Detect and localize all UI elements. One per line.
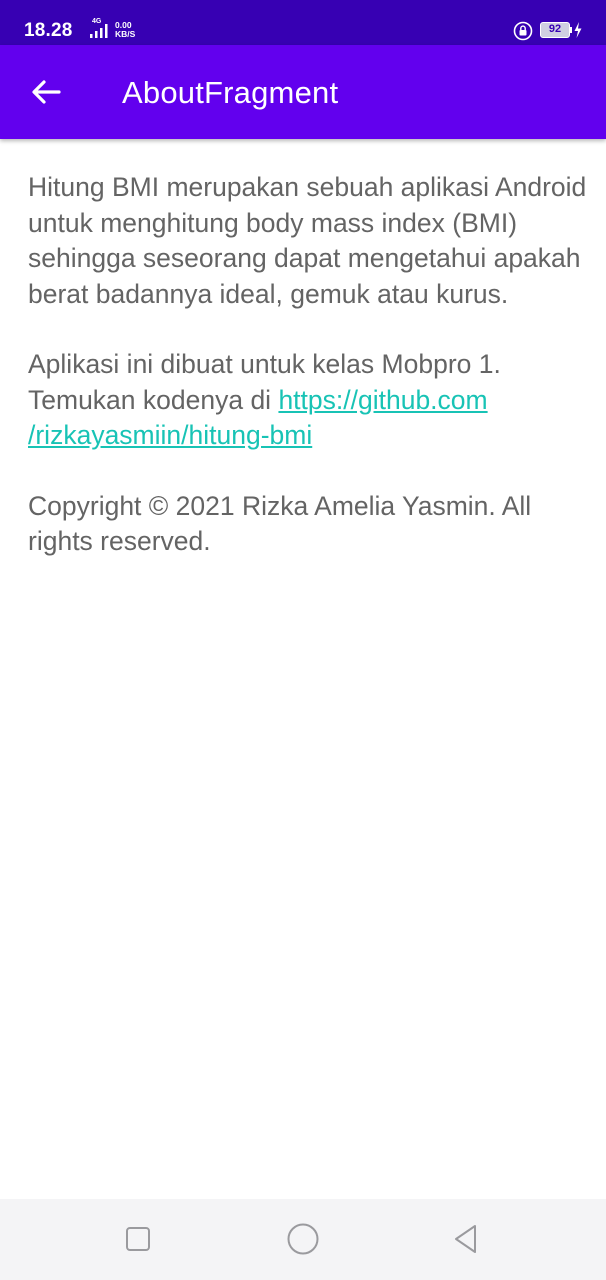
- recents-button[interactable]: [118, 1219, 158, 1259]
- description-paragraph: Hitung BMI merupakan sebuah aplikasi And…: [28, 172, 587, 309]
- network-speed: 0.00 KB/S: [115, 21, 135, 39]
- battery-cap: [570, 27, 572, 33]
- arrow-back-icon: [32, 80, 61, 104]
- lock-icon: [513, 21, 533, 41]
- page-title: AboutFragment: [122, 75, 339, 110]
- class-info-paragraph: Aplikasi ini dibuat untuk kelas Mobpro 1…: [28, 347, 588, 454]
- signal-icon: 4G: [88, 18, 112, 40]
- copyright-paragraph: Copyright © 2021 Rizka Amelia Yasmin. Al…: [28, 490, 532, 557]
- back-triangle-icon: [455, 1225, 476, 1253]
- navigation-bar: [0, 1199, 606, 1280]
- battery-icon: 92: [540, 22, 570, 38]
- battery-level: 92: [548, 23, 562, 35]
- github-link-part-2[interactable]: /rizkayasmiin/hitung-bmi: [28, 418, 588, 454]
- home-button[interactable]: [283, 1219, 323, 1259]
- home-circle-icon: [287, 1223, 319, 1255]
- app-bar: AboutFragment: [0, 45, 606, 139]
- charging-bolt-icon: [574, 22, 582, 38]
- github-link-part-1[interactable]: https://github.com: [278, 385, 487, 415]
- recents-square-icon: [126, 1227, 150, 1251]
- network-speed-unit: KB/S: [115, 29, 136, 39]
- back-button[interactable]: [18, 67, 74, 117]
- about-content: Hitung BMI merupakan sebuah aplikasi And…: [28, 170, 588, 595]
- status-time: 18.28: [24, 20, 73, 41]
- status-bar: 18.28 4G 0.00 KB/S 92: [0, 0, 606, 45]
- system-back-button[interactable]: [446, 1219, 486, 1259]
